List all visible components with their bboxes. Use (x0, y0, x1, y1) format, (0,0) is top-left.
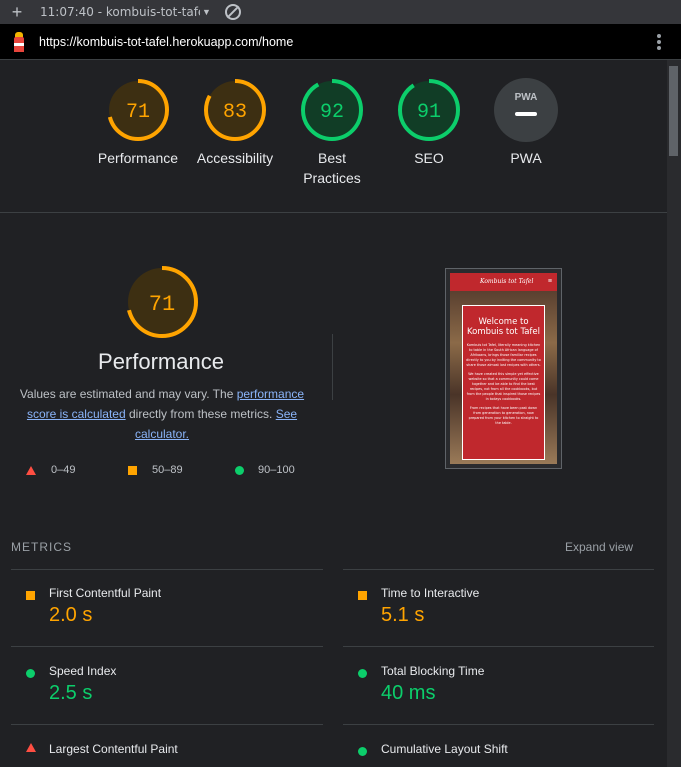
gauge-best-practices-ring: 92 (301, 79, 363, 141)
category-gauges: 71 Performance 83 Accessibility 92 Best … (0, 60, 667, 213)
expand-view-button[interactable]: Expand view (565, 540, 633, 554)
thumbnail-brand: Kombuis tot Tafel (480, 278, 534, 285)
url-text[interactable]: https://kombuis-tot-tafel.herokuapp.com/… (39, 35, 293, 49)
block-icon[interactable] (224, 4, 241, 20)
metric-total-blocking-time: Total Blocking Time 40 ms (343, 662, 643, 722)
metrics-heading: METRICS (11, 540, 72, 554)
thumbnail-card: Welcome to Kombuis tot Tafel Kombuis tot… (462, 305, 545, 460)
scrollbar-thumb[interactable] (669, 66, 678, 156)
url-bar: https://kombuis-tot-tafel.herokuapp.com/… (0, 24, 681, 60)
divider (343, 724, 654, 725)
svg-text:71: 71 (149, 292, 175, 317)
gauge-pwa[interactable]: PWA PWA (481, 77, 571, 168)
performance-description: Values are estimated and may vary. The p… (19, 387, 305, 441)
tab-dropdown-icon[interactable]: ▼ (202, 7, 211, 17)
gauge-label: Accessibility (196, 150, 274, 166)
gauge-performance-ring: 71 (107, 79, 169, 141)
gauge-performance[interactable]: 71 Performance (93, 77, 183, 168)
gauge-accessibility-ring: 83 (204, 79, 266, 141)
average-square-icon (26, 591, 35, 600)
tab-title[interactable]: 11:07:40 - kombuis-tot-tafel.he (40, 5, 200, 19)
pass-circle-icon (358, 669, 367, 678)
divider (343, 569, 654, 570)
new-tab-icon[interactable]: + (0, 1, 34, 23)
lighthouse-icon (12, 31, 26, 52)
performance-title: Performance (98, 349, 224, 374)
gauge-accessibility[interactable]: 83 Accessibility (190, 77, 280, 168)
divider (11, 646, 323, 647)
svg-text:91: 91 (417, 101, 441, 124)
gauge-seo-ring: 91 (398, 79, 460, 141)
pass-circle-icon (26, 669, 35, 678)
gauge-best-practices[interactable]: 92 Best Practices (287, 77, 377, 188)
hamburger-icon: ≡ (547, 278, 552, 285)
legend-fail: 0–49 (26, 462, 75, 478)
pwa-badge-icon: PWA (494, 78, 558, 142)
metric-largest-contentful-paint: Largest Contentful Paint (11, 740, 311, 767)
divider (11, 569, 323, 570)
fail-triangle-icon (26, 465, 36, 475)
more-options-icon[interactable] (657, 34, 661, 50)
gauge-label: SEO (414, 150, 444, 166)
tab-bar: + 11:07:40 - kombuis-tot-tafel.he ▼ (0, 0, 681, 24)
gauge-label: PWA (510, 150, 542, 166)
average-square-icon (358, 591, 367, 600)
gauge-label: Performance (97, 150, 179, 166)
fail-triangle-icon (26, 743, 36, 752)
divider (11, 724, 323, 725)
final-screenshot-thumbnail[interactable]: Kombuis tot Tafel ≡ Welcome to Kombuis t… (445, 268, 562, 469)
average-square-icon (128, 465, 137, 475)
gauge-seo[interactable]: 91 SEO (384, 77, 474, 168)
divider (343, 646, 654, 647)
svg-text:92: 92 (320, 101, 344, 124)
scrollbar[interactable] (667, 60, 681, 767)
gauge-label: Best Practices (303, 150, 361, 186)
divider (332, 334, 333, 400)
pass-circle-icon (358, 747, 367, 756)
metric-time-to-interactive: Time to Interactive 5.1 s (343, 584, 643, 644)
legend-pass: 90–100 (235, 462, 295, 478)
performance-score-gauge: 71 (126, 266, 198, 338)
legend-average: 50–89 (128, 462, 183, 478)
metric-speed-index: Speed Index 2.5 s (11, 662, 311, 722)
pass-circle-icon (235, 465, 244, 475)
svg-text:71: 71 (126, 101, 150, 124)
metric-cumulative-layout-shift: Cumulative Layout Shift (343, 740, 643, 767)
svg-text:83: 83 (223, 101, 247, 124)
svg-text:PWA: PWA (515, 92, 538, 103)
metric-first-contentful-paint: First Contentful Paint 2.0 s (11, 584, 311, 644)
